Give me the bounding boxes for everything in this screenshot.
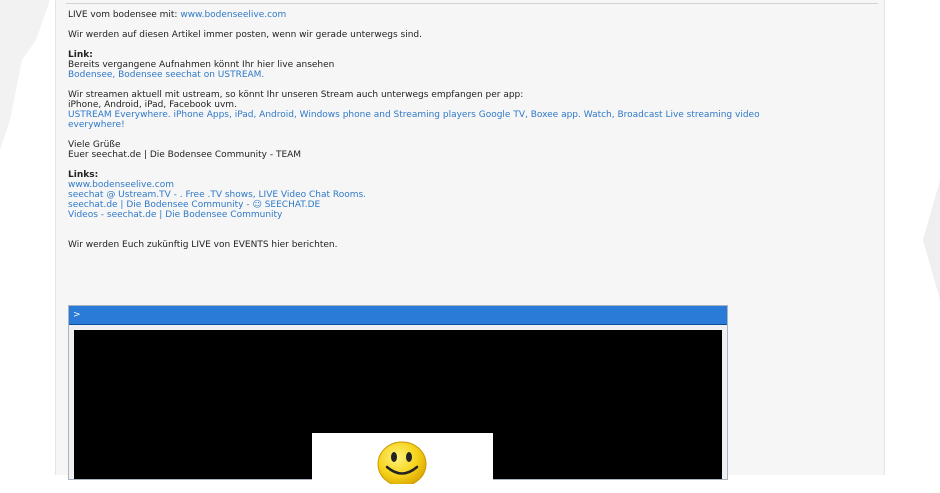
link-heading: Link: <box>68 50 93 60</box>
stream-text-line1: Wir streamen aktuell mit ustream, so kön… <box>68 90 524 100</box>
events-note: Wir werden Euch zukünftig LIVE von EVENT… <box>68 240 338 250</box>
right-background <box>885 0 940 475</box>
forum-post: LIVE vom bodensee mit: www.bodenseelive.… <box>55 0 885 493</box>
greeting-line2: Euer seechat.de | Die Bodensee Community… <box>68 150 302 160</box>
bodenseelive-link[interactable]: www.bodenseelive.com <box>180 10 286 20</box>
left-background <box>0 0 55 475</box>
video-player[interactable]: > <box>68 305 728 493</box>
links-item-bodenseelive[interactable]: www.bodenseelive.com <box>68 180 858 190</box>
links-item-ustream[interactable]: seechat @ Ustream.TV - . Free .TV shows,… <box>68 190 858 200</box>
stream-text-line2: iPhone, Android, iPad, Facebook uvm. <box>68 100 237 110</box>
recordings-text: Bereits vergangene Aufnahmen könnt Ihr h… <box>68 60 335 70</box>
decorative-shape-left <box>0 0 50 150</box>
greeting-line1: Viele Grüße <box>68 140 121 150</box>
smiley-icon <box>377 441 427 484</box>
intro-text: LIVE vom bodensee mit: <box>68 10 181 20</box>
links-item-videos[interactable]: Videos - seechat.de | Die Bodensee Commu… <box>68 210 858 220</box>
ustream-everywhere-link-line1: USTREAM Everywhere. iPhone Apps, iPad, A… <box>68 110 760 120</box>
ustream-everywhere-link[interactable]: USTREAM Everywhere. iPhone Apps, iPad, A… <box>68 110 858 130</box>
links-heading: Links: <box>68 170 99 180</box>
smiley-thumbnail <box>312 433 493 493</box>
decorative-shape-right <box>923 180 940 300</box>
ustream-everywhere-link-line2: everywhere! <box>68 120 125 130</box>
ustream-recordings-link[interactable]: Bodensee, Bodensee seechat on USTREAM. <box>68 70 858 80</box>
post-content: LIVE vom bodensee mit: www.bodenseelive.… <box>68 10 858 260</box>
player-title-bar[interactable]: > <box>69 306 727 325</box>
post-divider <box>66 3 878 4</box>
links-item-seechat[interactable]: seechat.de | Die Bodensee Community - ☺ … <box>68 200 858 210</box>
player-bar-label: > <box>73 310 81 320</box>
player-screen[interactable] <box>74 330 722 493</box>
posting-note: Wir werden auf diesen Artikel immer post… <box>68 30 422 40</box>
